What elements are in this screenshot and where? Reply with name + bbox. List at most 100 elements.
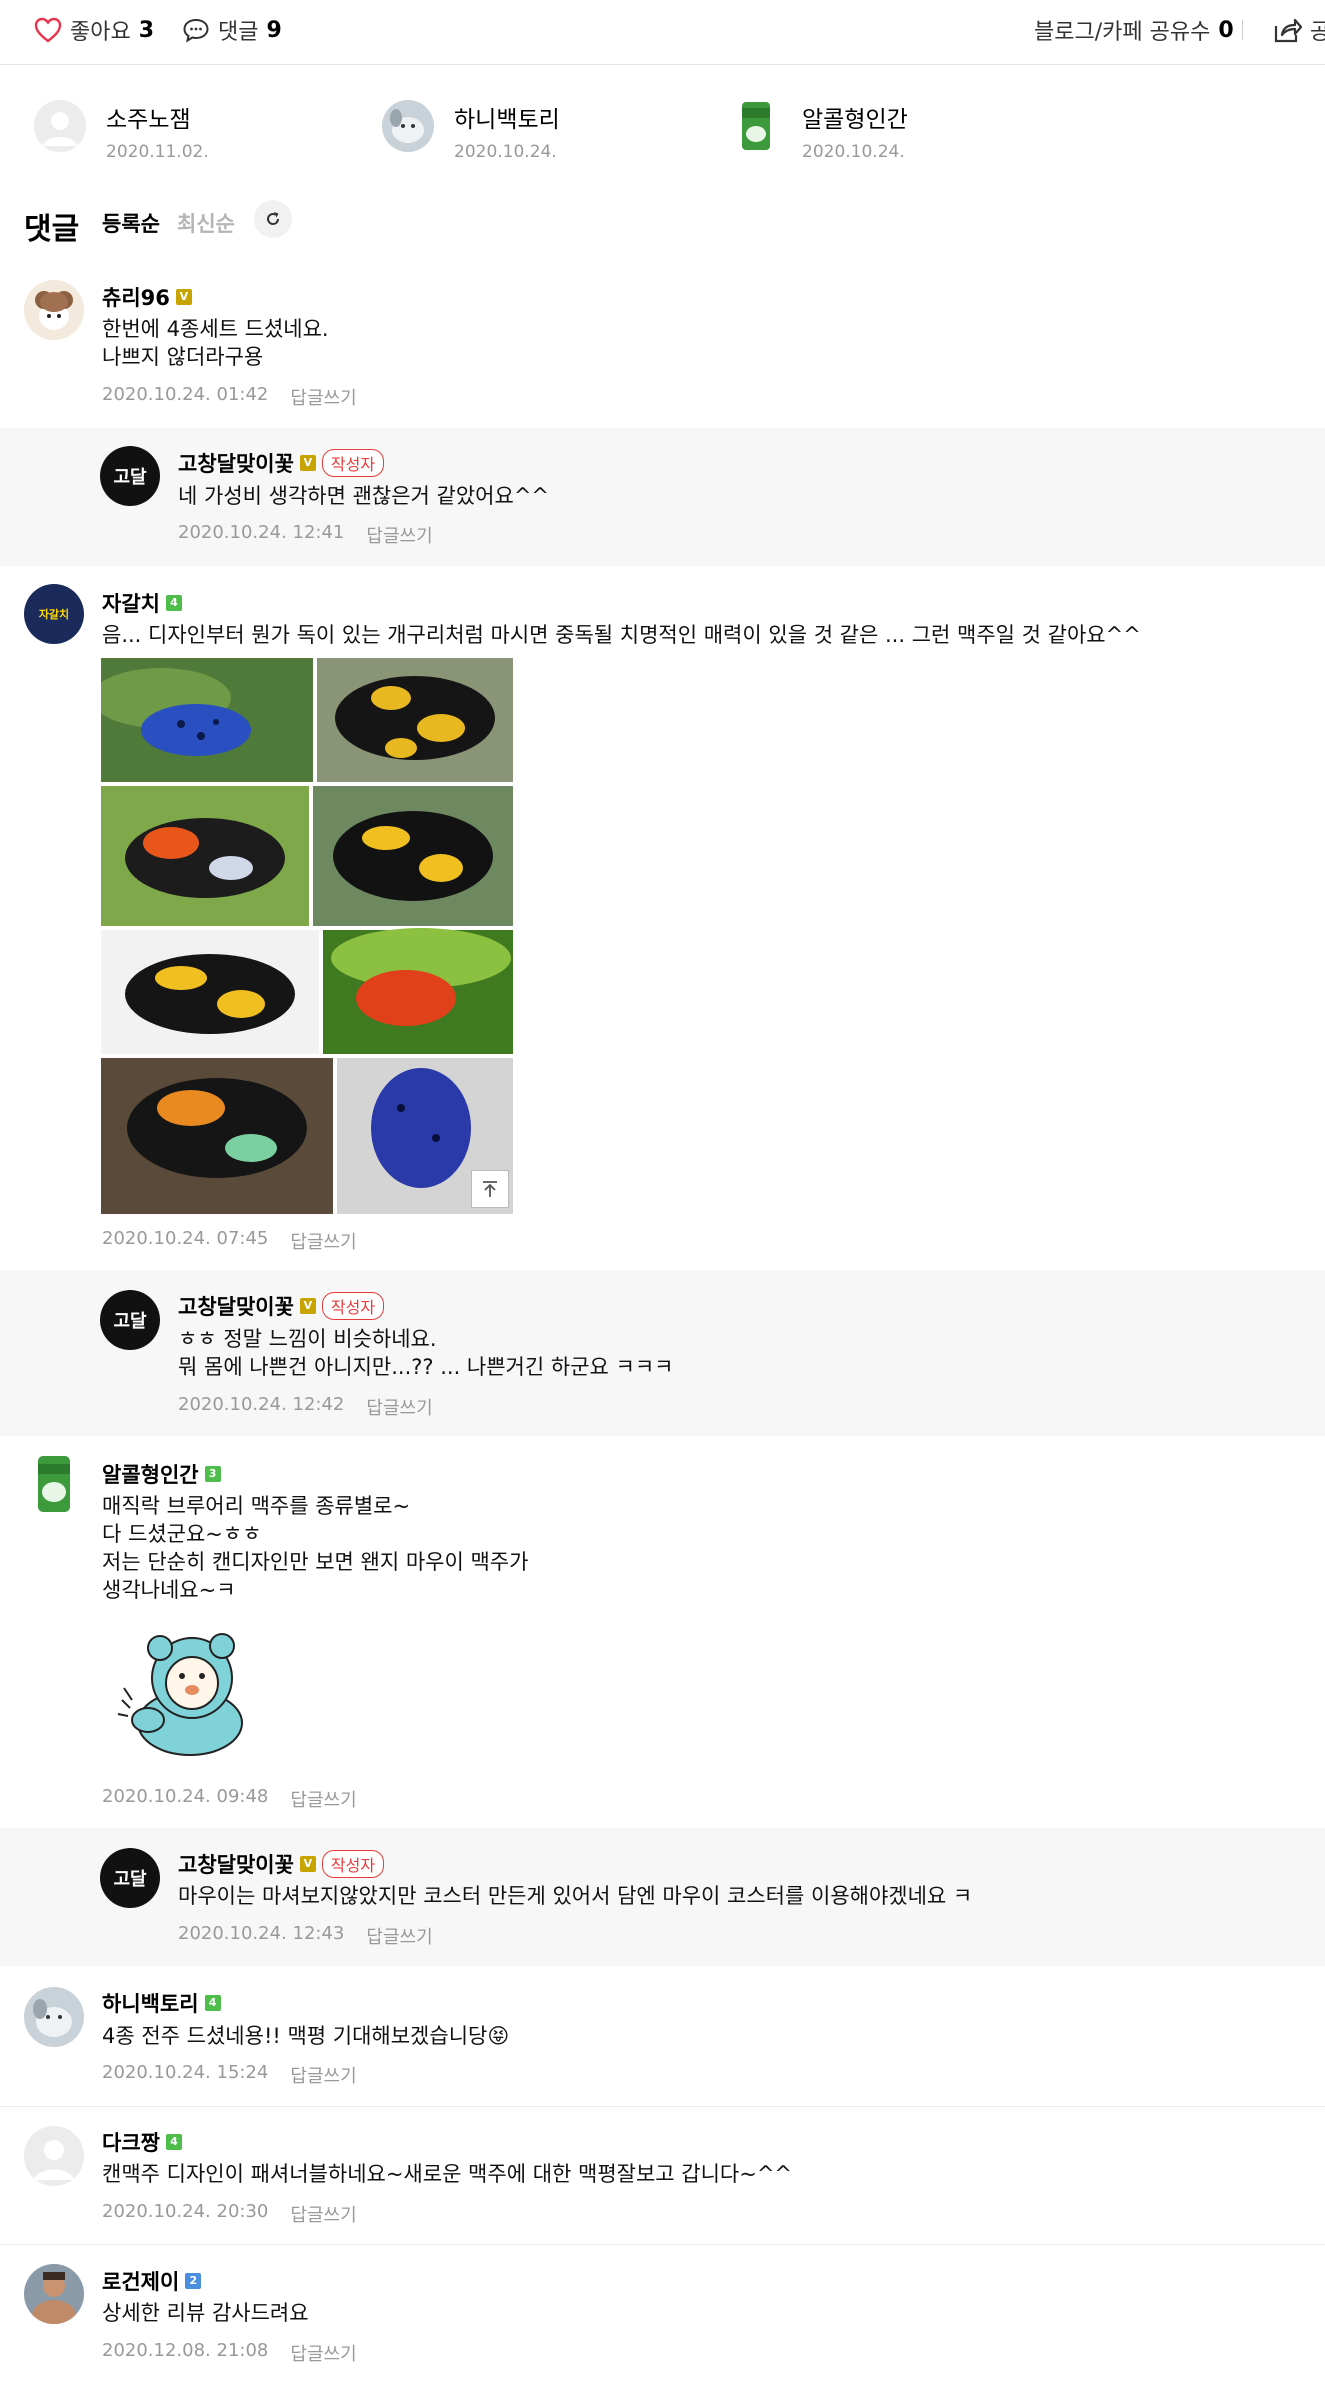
comment-text: 마우이는 마셔보지않았지만 코스터 만든게 있어서 담엔 마우이 코스터를 이용…	[178, 1884, 973, 1908]
nickname: 고창달맞이꽃	[178, 452, 294, 476]
comment-date: 2020.10.24. 15:24	[102, 2062, 269, 2083]
comment-author[interactable]: 고창달맞이꽃 V 작성자	[178, 448, 385, 478]
beer-can-image	[742, 102, 770, 150]
comment-meta: 2020.10.24. 12:42 답글쓰기	[178, 1394, 433, 1420]
share-label-cut: 공	[1310, 20, 1325, 45]
comment-meta: 2020.10.24. 20:30 답글쓰기	[102, 2201, 357, 2227]
comment-date: 2020.10.24. 20:30	[102, 2201, 269, 2222]
liker-item[interactable]: 하니백토리 2020.10.24.	[382, 100, 560, 162]
comment-date: 2020.10.24. 09:48	[102, 1786, 269, 1807]
avatar	[34, 100, 86, 152]
comment-meta: 2020.10.24. 12:41 답글쓰기	[178, 522, 433, 548]
avatar[interactable]	[24, 1454, 84, 1514]
reply-button[interactable]: 답글쓰기	[290, 2201, 356, 2227]
comment-meta: 2020.10.24. 01:42 답글쓰기	[102, 384, 357, 410]
comment-author[interactable]: 하니백토리 4	[102, 1988, 221, 2018]
reply-button[interactable]: 답글쓰기	[290, 1228, 356, 1254]
liker-date: 2020.10.24.	[454, 142, 557, 162]
divider	[1241, 20, 1243, 40]
refresh-icon	[267, 212, 280, 225]
nickname: 다크짱	[102, 2131, 160, 2155]
comment-author[interactable]: 로건제이 2	[102, 2266, 202, 2296]
speech-bubble-icon	[183, 18, 209, 43]
comment-author[interactable]: 알콜형인간 3	[102, 1459, 221, 1489]
reply-button[interactable]: 답글쓰기	[366, 522, 432, 548]
comment-date: 2020.10.24. 07:45	[102, 1228, 269, 1249]
comment-text: 한번에 4종세트 드셨네요. 나쁘지 않더라구용	[102, 317, 329, 369]
level-badge-icon: V	[299, 455, 316, 471]
liker-name: 하니백토리	[454, 107, 560, 133]
share-count: 블로그/카페 공유수 0	[1034, 14, 1243, 46]
level-badge-icon: 3	[204, 1466, 221, 1482]
level-badge-icon: 2	[185, 2273, 202, 2289]
avatar-logo-text: 고달	[113, 1311, 147, 1332]
nickname: 하니백토리	[102, 1992, 199, 2016]
liker-date: 2020.10.24.	[802, 142, 905, 162]
comment-author[interactable]: 고창달맞이꽃 V 작성자	[178, 1849, 385, 1879]
comment-text: 캔맥주 디자인이 패셔너블하네요~새로운 맥주에 대한 맥평잘보고 갑니다~^^	[102, 2162, 793, 2186]
reply-button[interactable]: 답글쓰기	[366, 1394, 432, 1420]
avatar	[730, 100, 782, 152]
reply-button[interactable]: 답글쓰기	[290, 384, 356, 410]
avatar[interactable]: 자갈치	[24, 584, 84, 644]
comment-count-button[interactable]: 댓글 9	[182, 14, 282, 46]
heart-icon	[34, 17, 62, 43]
comment-author[interactable]: 자갈치 4	[102, 588, 182, 618]
comment-text: 네 가성비 생각하면 괜찮은거 같았어요^^	[178, 484, 550, 508]
reply-button[interactable]: 답글쓰기	[290, 1786, 356, 1812]
default-user-icon	[24, 2126, 84, 2186]
sort-latest-tab[interactable]: 최신순	[177, 208, 235, 238]
avatar[interactable]	[24, 1987, 84, 2047]
bear-sticker	[117, 1633, 243, 1756]
like-label: 좋아요	[70, 20, 131, 45]
nickname: 츄리96	[102, 286, 170, 310]
bear-avatar-image	[24, 280, 84, 340]
nickname: 알콜형인간	[102, 1463, 199, 1487]
frog-collage-image	[91, 658, 513, 1214]
refresh-button[interactable]	[254, 200, 292, 238]
sort-registered-tab[interactable]: 등록순	[102, 208, 160, 238]
to-top-button[interactable]	[471, 1170, 509, 1208]
comment-meta: 2020.10.24. 09:48 답글쓰기	[102, 1786, 357, 1812]
comment-author[interactable]: 고창달맞이꽃 V 작성자	[178, 1291, 385, 1321]
avatar[interactable]	[24, 2126, 84, 2186]
comment-author[interactable]: 츄리96 V	[102, 282, 192, 312]
comment-text: 상세한 리뷰 감사드려요	[102, 2301, 309, 2325]
comment-text: 음... 디자인부터 뭔가 독이 있는 개구리처럼 마시면 중독될 치명적인 매…	[102, 623, 1141, 647]
divider	[0, 2106, 1325, 2107]
comment-date: 2020.10.24. 12:41	[178, 522, 345, 543]
author-tag: 작성자	[321, 1850, 385, 1878]
liker-item[interactable]: 알콜형인간 2020.10.24.	[730, 100, 908, 162]
comments-title: 댓글	[24, 212, 80, 247]
level-badge-icon: 4	[165, 595, 182, 611]
comment-date: 2020.10.24. 12:42	[178, 1394, 345, 1415]
avatar[interactable]	[24, 280, 84, 340]
author-tag: 작성자	[321, 1292, 385, 1320]
nickname: 자갈치	[102, 592, 160, 616]
reply-button[interactable]: 답글쓰기	[366, 1923, 432, 1949]
liker-date: 2020.11.02.	[106, 142, 209, 162]
share-button[interactable]: 공	[1272, 14, 1325, 46]
like-button[interactable]: 좋아요 3	[34, 14, 154, 46]
avatar[interactable]	[24, 2264, 84, 2324]
divider	[0, 2244, 1325, 2245]
comment-author[interactable]: 다크짱 4	[102, 2127, 182, 2157]
author-avatar[interactable]: 고달	[100, 446, 160, 506]
avatar-badge-text: 자갈치	[38, 608, 70, 621]
comment-meta: 2020.10.24. 15:24 답글쓰기	[102, 2062, 357, 2088]
reply-button[interactable]: 답글쓰기	[290, 2340, 356, 2366]
to-top-icon	[483, 1181, 497, 1197]
comment-meta: 2020.10.24. 12:43 답글쓰기	[178, 1923, 433, 1949]
author-avatar[interactable]: 고달	[100, 1848, 160, 1908]
author-avatar[interactable]: 고달	[100, 1290, 160, 1350]
reply-button[interactable]: 답글쓰기	[290, 2062, 356, 2088]
liker-item[interactable]: 소주노잼 2020.11.02.	[34, 100, 209, 162]
default-user-icon	[34, 100, 86, 152]
comment-date: 2020.12.08. 21:08	[102, 2340, 269, 2361]
level-badge-icon: V	[175, 289, 192, 305]
avatar-logo-text: 고달	[113, 467, 147, 488]
comment-label: 댓글	[218, 20, 259, 45]
share-label: 블로그/카페 공유수	[1034, 20, 1211, 45]
level-badge-icon: V	[299, 1856, 316, 1872]
comment-image-collage[interactable]	[91, 658, 513, 1214]
